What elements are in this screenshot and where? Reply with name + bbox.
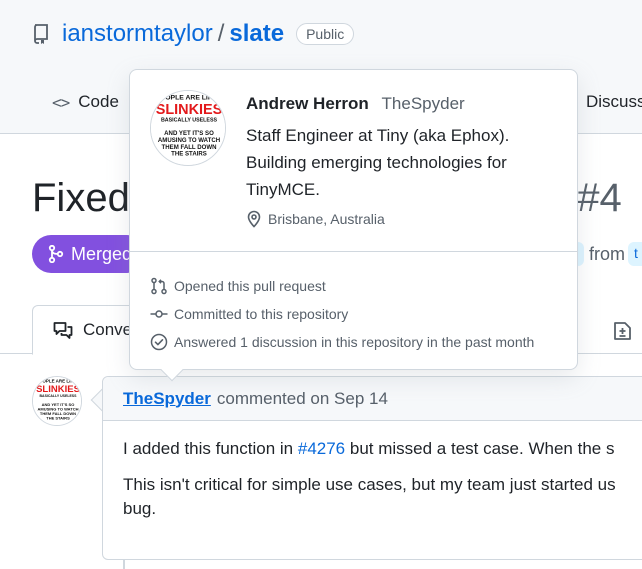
check-circle-icon bbox=[150, 333, 168, 351]
hovercard-login[interactable]: TheSpyder bbox=[382, 94, 465, 113]
issue-link[interactable]: #4276 bbox=[298, 439, 345, 458]
git-commit-icon bbox=[150, 310, 168, 318]
activity-item: Answered 1 discussion in this repository… bbox=[150, 328, 534, 356]
svg-text:THE STAIRS: THE STAIRS bbox=[46, 416, 70, 421]
comment-discussion-icon bbox=[53, 322, 73, 339]
comment-paragraph-2: This isn't critical for simple use cases… bbox=[123, 475, 616, 518]
pr-title: Fixed bbox=[32, 176, 130, 220]
svg-text:BASICALLY USELESS: BASICALLY USELESS bbox=[161, 117, 218, 123]
repo-icon bbox=[32, 24, 52, 44]
comment-paragraph-1: I added this function in #4276 but misse… bbox=[123, 439, 615, 458]
hovercard-avatar[interactable]: OPLE ARE LIK SLINKIES BASICALLY USELESS … bbox=[150, 90, 226, 166]
svg-text:AMUSING TO WATCH: AMUSING TO WATCH bbox=[158, 137, 220, 144]
visibility-badge: Public bbox=[296, 23, 355, 45]
comment-meta[interactable]: commented on Sep 14 bbox=[217, 389, 388, 409]
svg-text:THE STAIRS: THE STAIRS bbox=[171, 151, 207, 158]
repo-owner-link[interactable]: ianstormtaylor bbox=[62, 20, 213, 48]
hovercard-location-text: Brisbane, Australia bbox=[268, 211, 385, 227]
activity-item: Committed to this repository bbox=[150, 300, 534, 328]
hovercard-activity-list: Opened this pull request Committed to th… bbox=[150, 272, 534, 356]
comment-author-avatar[interactable]: OPLE ARE LIK SLINKIES BASICALLY USELESS … bbox=[32, 376, 82, 426]
merged-state-label: Merged bbox=[71, 243, 133, 264]
tab-discussions[interactable]: Discuss bbox=[586, 92, 642, 112]
hovercard-location: Brisbane, Australia bbox=[246, 210, 385, 228]
svg-text:BASICALLY USELESS: BASICALLY USELESS bbox=[40, 394, 78, 398]
git-pull-request-icon bbox=[151, 277, 167, 295]
activity-item: Opened this pull request bbox=[150, 272, 534, 300]
tab-conversation-label: Conve bbox=[83, 320, 133, 339]
hovercard-divider bbox=[130, 251, 577, 252]
branch-chip-head[interactable]: t bbox=[628, 242, 642, 266]
svg-text:THEM FALL DOWN: THEM FALL DOWN bbox=[162, 144, 217, 151]
timeline-line bbox=[123, 560, 125, 569]
hovercard-name[interactable]: Andrew Herron bbox=[246, 94, 369, 113]
svg-text:OPLE ARE LIK: OPLE ARE LIK bbox=[165, 94, 213, 101]
repo-title: ianstormtaylor / slate Public bbox=[32, 18, 355, 50]
comment-author-link[interactable]: TheSpyder bbox=[123, 389, 211, 409]
tab-conversation[interactable]: Conve bbox=[32, 305, 142, 355]
file-diff-icon[interactable] bbox=[613, 321, 633, 341]
git-merge-icon bbox=[48, 245, 64, 263]
pr-number: #4 bbox=[577, 176, 622, 220]
location-icon bbox=[247, 210, 261, 228]
code-icon: <> bbox=[52, 92, 70, 112]
svg-text:SLINKIES: SLINKIES bbox=[156, 102, 223, 118]
hovercard-bio: Staff Engineer at Tiny (aka Ephox). Buil… bbox=[246, 126, 510, 199]
repo-name-link[interactable]: slate bbox=[229, 20, 284, 48]
comment-header: TheSpyder commented on Sep 14 bbox=[103, 377, 642, 421]
tab-code[interactable]: <> Code bbox=[52, 92, 119, 112]
from-label: from bbox=[589, 244, 625, 264]
tab-code-label: Code bbox=[78, 92, 119, 111]
tab-discussions-label: Discuss bbox=[586, 92, 642, 111]
svg-text:AND YET IT'S SO: AND YET IT'S SO bbox=[164, 130, 214, 137]
svg-text:OPLE ARE LIK: OPLE ARE LIK bbox=[42, 379, 74, 384]
user-hovercard: OPLE ARE LIK SLINKIES BASICALLY USELESS … bbox=[129, 69, 578, 382]
comment-body: I added this function in #4276 but misse… bbox=[103, 421, 642, 549]
hovercard-name-row: Andrew Herron TheSpyder bbox=[246, 94, 465, 114]
repo-separator: / bbox=[217, 20, 225, 47]
svg-text:SLINKIES: SLINKIES bbox=[36, 384, 80, 395]
comment-box: TheSpyder commented on Sep 14 I added th… bbox=[102, 376, 642, 560]
